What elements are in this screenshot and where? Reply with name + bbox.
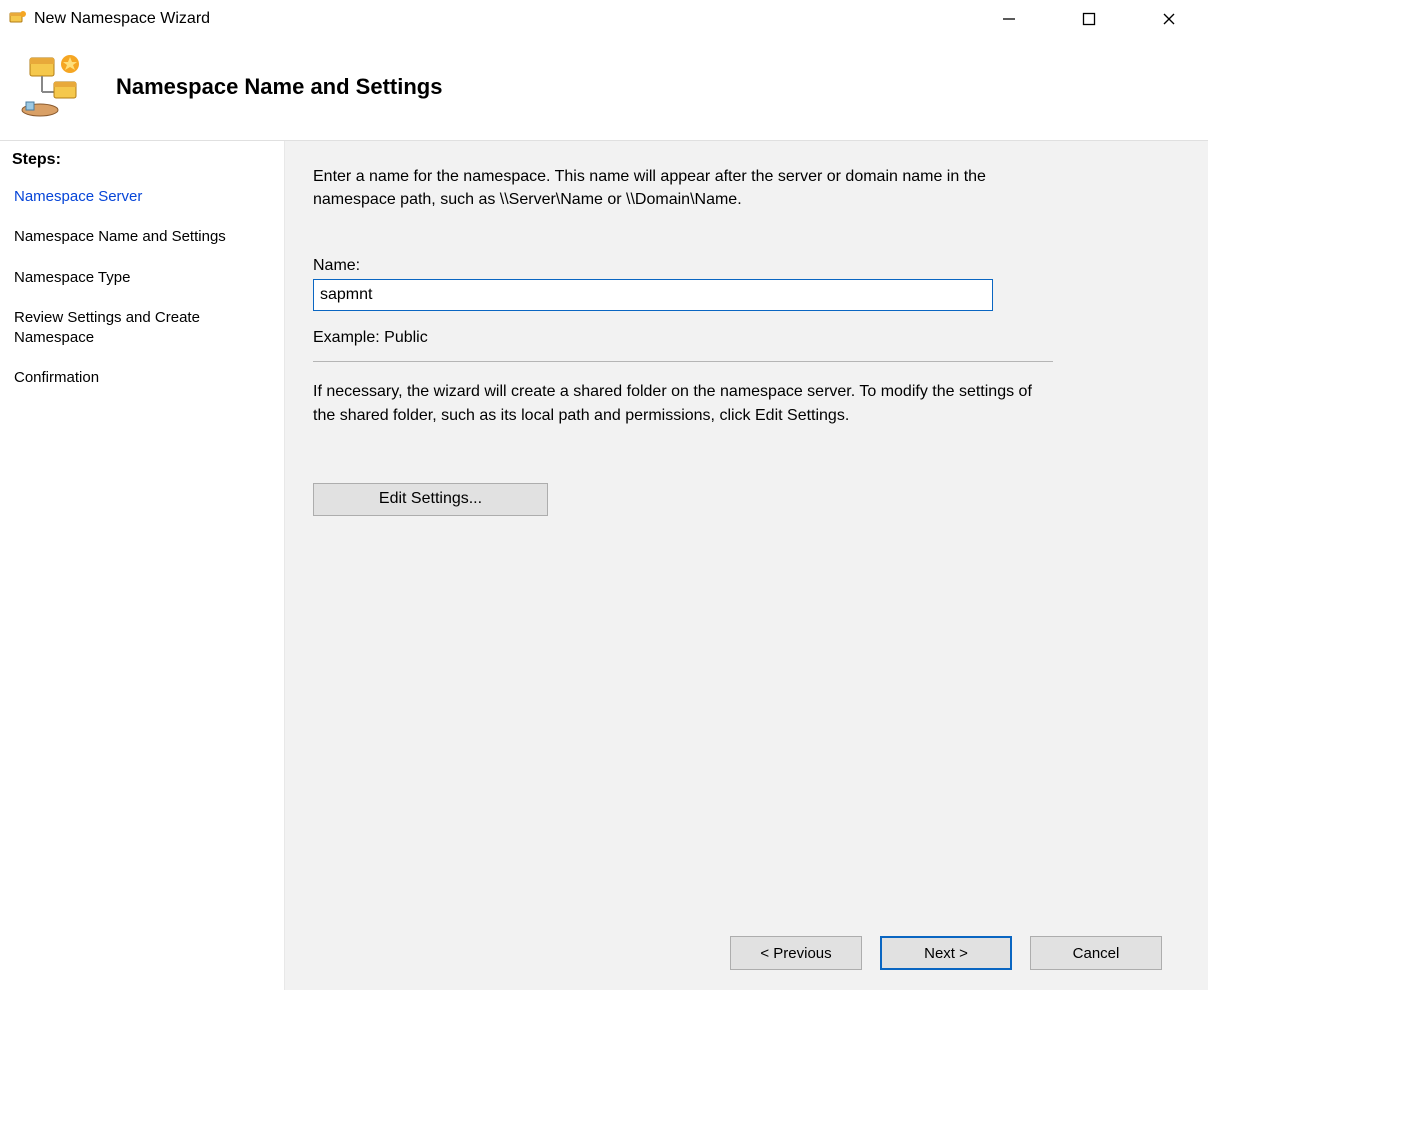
minimize-button[interactable] [986, 4, 1032, 34]
divider [313, 361, 1053, 362]
step-namespace-name-settings[interactable]: Namespace Name and Settings [0, 217, 284, 257]
step-confirmation[interactable]: Confirmation [0, 358, 284, 398]
maximize-button[interactable] [1066, 4, 1112, 34]
steps-heading: Steps: [0, 151, 284, 177]
window-controls [986, 4, 1192, 34]
previous-button[interactable]: < Previous [730, 936, 862, 970]
button-bar: < Previous Next > Cancel [313, 920, 1180, 990]
namespace-name-input[interactable] [313, 279, 993, 311]
edit-settings-button[interactable]: Edit Settings... [313, 483, 548, 516]
example-text: Example: Public [313, 329, 1180, 347]
step-namespace-type[interactable]: Namespace Type [0, 258, 284, 298]
info-text: If necessary, the wizard will create a s… [313, 380, 1033, 426]
content-area: Steps: Namespace Server Namespace Name a… [0, 140, 1208, 990]
close-button[interactable] [1146, 4, 1192, 34]
intro-text: Enter a name for the namespace. This nam… [313, 165, 1033, 211]
window-title: New Namespace Wizard [34, 10, 986, 28]
titlebar: New Namespace Wizard [0, 0, 1208, 38]
next-button[interactable]: Next > [880, 936, 1012, 970]
step-namespace-server[interactable]: Namespace Server [0, 177, 284, 217]
cancel-button[interactable]: Cancel [1030, 936, 1162, 970]
wizard-window: New Namespace Wizard [0, 0, 1208, 990]
steps-sidebar: Steps: Namespace Server Namespace Name a… [0, 141, 285, 990]
main-panel: Enter a name for the namespace. This nam… [285, 141, 1208, 990]
namespace-wizard-icon [8, 9, 28, 29]
page-title: Namespace Name and Settings [116, 74, 442, 100]
name-label: Name: [313, 257, 1180, 275]
namespace-header-icon [18, 52, 88, 122]
step-review-create[interactable]: Review Settings and Create Namespace [0, 298, 284, 359]
wizard-header: Namespace Name and Settings [0, 38, 1208, 140]
